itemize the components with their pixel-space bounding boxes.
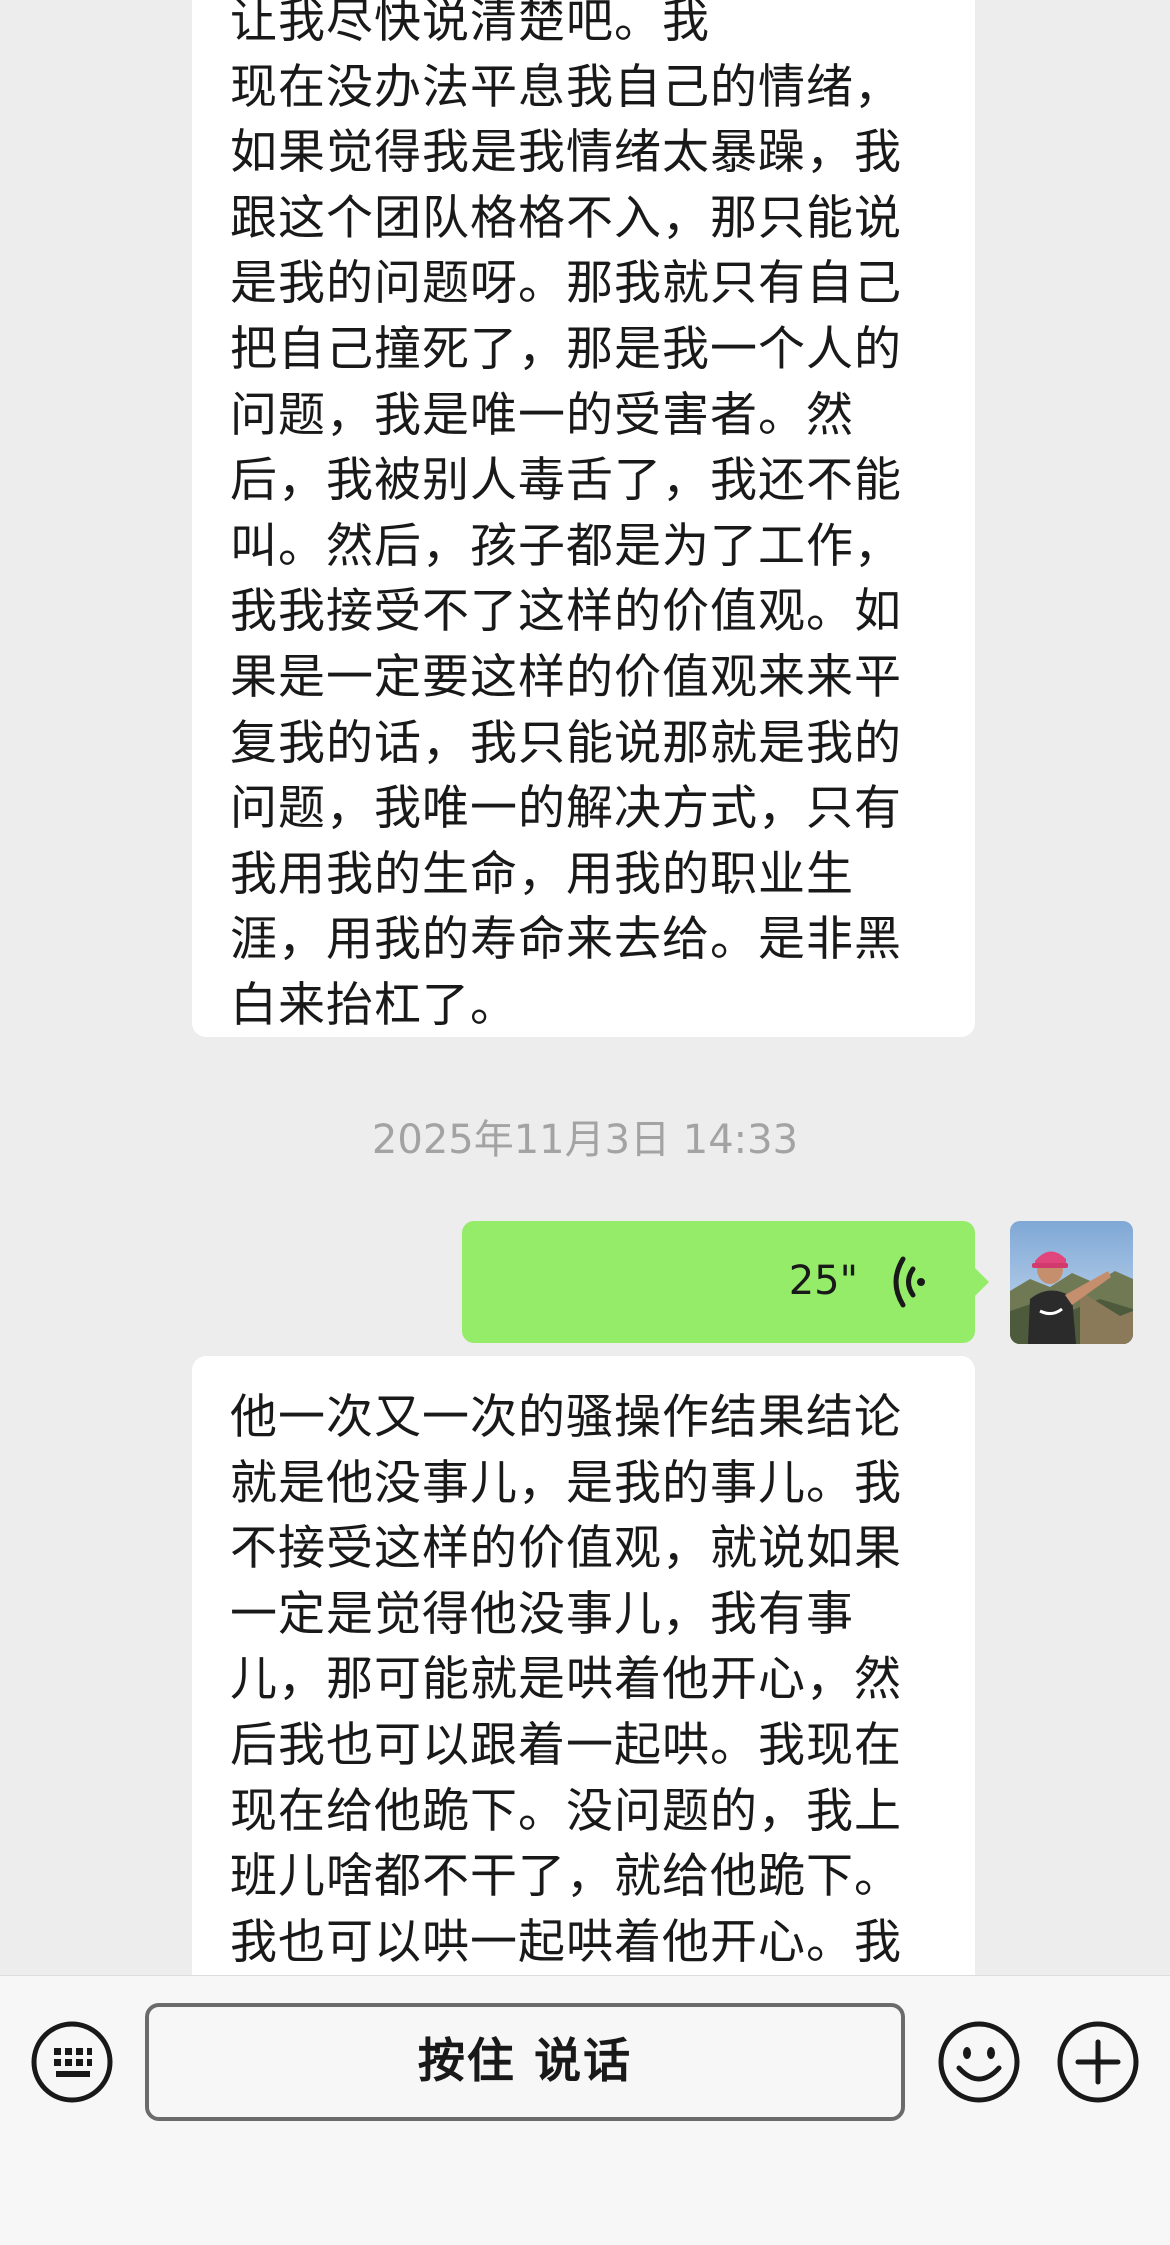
avatar-photo: [1010, 1221, 1133, 1344]
keyboard-icon[interactable]: [30, 2020, 114, 2104]
outgoing-voice-message[interactable]: 25": [462, 1221, 989, 1343]
message-timestamp: 2025年11月3日 14:33: [371, 1117, 799, 1163]
voice-wave-icon: [893, 1256, 925, 1308]
message-text: 他一次又一次的骚操作结果结论 就是他没事儿，是我的事儿。我 不接受这样的价值观，…: [230, 1390, 902, 1970]
incoming-message-bubble[interactable]: 让我尽快说清楚吧。我 现在没办法平息我自己的情绪， 如果觉得我是我情绪太暴躁，我…: [192, 0, 975, 1037]
message-text: 让我尽快说清楚吧。我 现在没办法平息我自己的情绪， 如果觉得我是我情绪太暴躁，我…: [230, 0, 902, 1033]
hold-to-talk-button[interactable]: 按住 说话: [145, 2003, 905, 2121]
message-list[interactable]: 让我尽快说清楚吧。我 现在没办法平息我自己的情绪， 如果觉得我是我情绪太暴躁，我…: [0, 0, 1170, 1975]
user-avatar[interactable]: [1010, 1221, 1133, 1344]
chat-screen: 让我尽快说清楚吧。我 现在没办法平息我自己的情绪， 如果觉得我是我情绪太暴躁，我…: [0, 0, 1170, 2245]
emoji-icon[interactable]: [937, 2020, 1021, 2104]
voice-duration: 25": [788, 1258, 858, 1304]
plus-icon[interactable]: [1056, 2020, 1140, 2104]
input-toolbar: 按住 说话: [0, 1975, 1170, 2245]
incoming-message-bubble[interactable]: 他一次又一次的骚操作结果结论 就是他没事儿，是我的事儿。我 不接受这样的价值观，…: [192, 1356, 975, 1975]
